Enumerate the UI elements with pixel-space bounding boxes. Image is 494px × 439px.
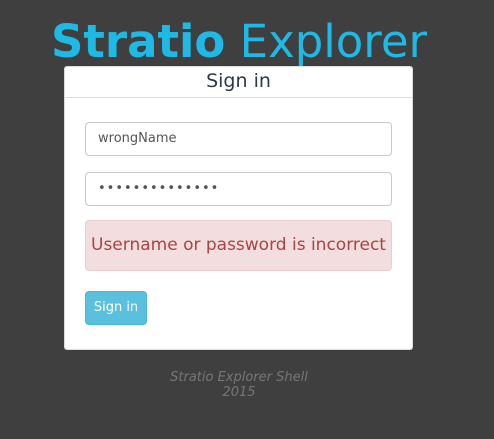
logo-text-strong: Stratio — [50, 15, 226, 68]
panel-title: Sign in — [65, 67, 412, 98]
logo-text-light: Explorer — [239, 15, 428, 68]
app-logo: Stratio Explorer — [0, 12, 478, 72]
username-input[interactable]: wrongName — [85, 122, 392, 156]
footer-year: 2015 — [222, 385, 256, 400]
error-alert: Username or password is incorrect — [85, 220, 392, 271]
password-input[interactable]: •••••••••••••• — [85, 172, 392, 206]
footer-app-name: Stratio Explorer Shell — [170, 370, 308, 385]
signin-panel: Sign in wrongName •••••••••••••• Usernam… — [64, 66, 413, 350]
footer: Stratio Explorer Shell 2015 — [0, 370, 478, 400]
signin-button[interactable]: Sign in — [85, 291, 147, 325]
